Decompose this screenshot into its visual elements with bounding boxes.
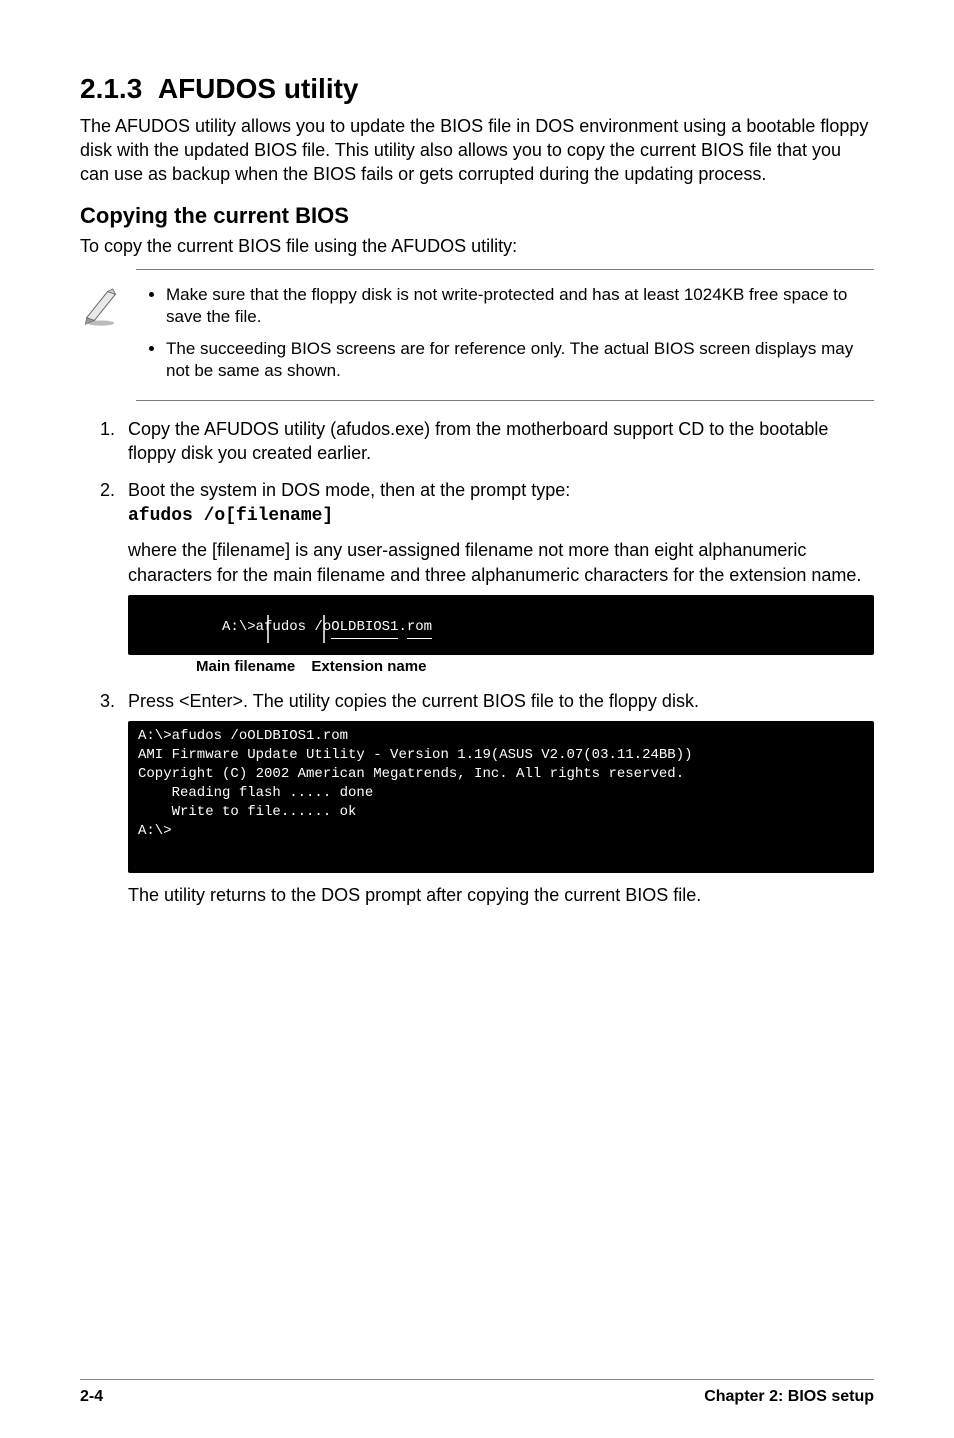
subsection-lead: To copy the current BIOS file using the … (80, 234, 874, 258)
step-2: Boot the system in DOS mode, then at the… (120, 478, 874, 677)
terminal-output: A:\>afudos /oOLDBIOS1.rom AMI Firmware U… (128, 721, 874, 873)
subsection-heading: Copying the current BIOS (80, 201, 874, 231)
callout-main-filename: Main filename (196, 657, 295, 677)
section-intro: The AFUDOS utility allows you to update … (80, 114, 874, 187)
note-item: Make sure that the floppy disk is not wr… (166, 284, 868, 328)
page-footer: 2-4 Chapter 2: BIOS setup (80, 1379, 874, 1408)
step-text: Boot the system in DOS mode, then at the… (128, 478, 874, 502)
term-dot: . (398, 619, 406, 635)
note-item: The succeeding BIOS screens are for refe… (166, 338, 868, 382)
step-3: Press <Enter>. The utility copies the cu… (120, 689, 874, 908)
term-main-filename: OLDBIOS1 (331, 618, 398, 639)
page-number: 2-4 (80, 1386, 103, 1408)
chapter-label: Chapter 2: BIOS setup (704, 1386, 874, 1408)
step-1: Copy the AFUDOS utility (afudos.exe) fro… (120, 417, 874, 466)
term-ext: rom (407, 618, 432, 639)
command-text: afudos /o[filename] (128, 506, 333, 526)
step-text: Press <Enter>. The utility copies the cu… (128, 689, 874, 713)
callout-extension-name: Extension name (311, 657, 426, 677)
section-title: AFUDOS utility (158, 73, 359, 104)
terminal-output: A:\>afudos /oOLDBIOS1.rom (128, 595, 874, 655)
section-heading: 2.1.3 AFUDOS utility (80, 70, 874, 108)
note-icon (80, 269, 136, 401)
step-text: where the [filename] is any user-assigne… (128, 538, 874, 587)
term-prefix: A:\>afudos /o (222, 619, 331, 635)
terminal-callouts: Main filename Extension name (128, 657, 874, 677)
note-block: Make sure that the floppy disk is not wr… (80, 269, 874, 401)
step-text: Copy the AFUDOS utility (afudos.exe) fro… (128, 417, 874, 466)
section-number: 2.1.3 (80, 73, 142, 104)
step-text: The utility returns to the DOS prompt af… (128, 883, 874, 907)
